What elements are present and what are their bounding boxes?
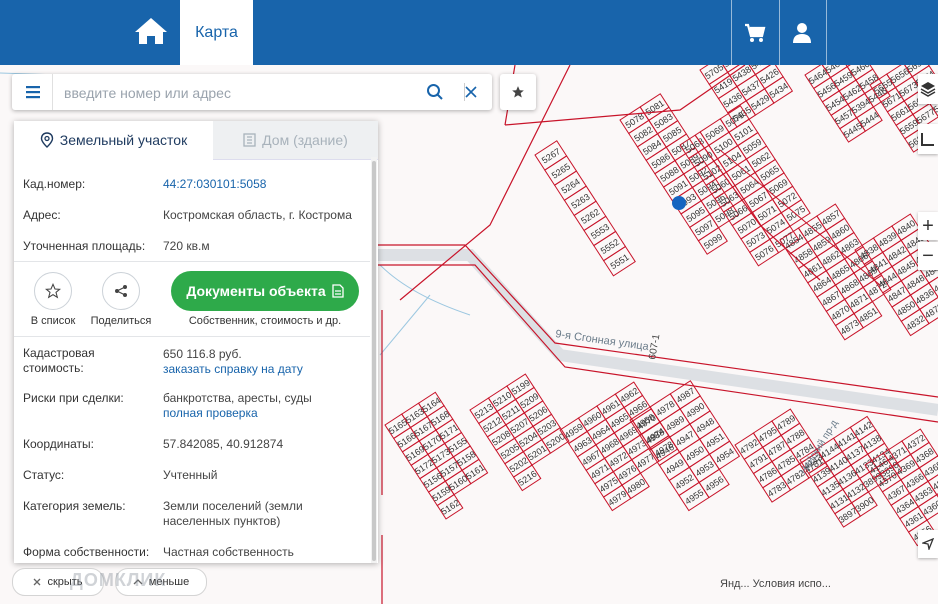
zoom-in-button[interactable]: + xyxy=(918,212,938,240)
star-outline-icon xyxy=(45,283,61,299)
share-label: Поделиться xyxy=(90,315,152,327)
field-label: Статус: xyxy=(23,468,65,482)
menu-icon[interactable] xyxy=(20,83,46,101)
add-to-list-button[interactable] xyxy=(34,272,72,310)
field-label: Риски при сделки: xyxy=(23,391,124,405)
search-icon[interactable] xyxy=(426,83,444,101)
pin-icon xyxy=(40,132,53,148)
object-info-panel: Земельный участок Дом (здание) Кад.номер… xyxy=(14,121,378,563)
area-value: 720 кв.м xyxy=(163,239,210,253)
zoom-out-button[interactable]: − xyxy=(918,242,938,270)
share-button[interactable] xyxy=(102,272,140,310)
geolocation-icon[interactable] xyxy=(918,530,938,558)
document-icon xyxy=(331,284,344,298)
cadastral-value: 650 116.8 руб. xyxy=(163,347,242,361)
documents-button-label: Документы объекта xyxy=(186,283,326,299)
tab-map[interactable]: Карта xyxy=(180,0,253,65)
field-label: Кад.номер: xyxy=(23,177,86,191)
user-icon[interactable] xyxy=(785,16,819,50)
divider xyxy=(14,261,370,262)
divider xyxy=(826,0,827,65)
divider xyxy=(731,0,732,65)
field-label: Форма собственности: xyxy=(23,545,150,559)
map-attribution: Янд... Условия испо... xyxy=(720,578,831,590)
search-bar xyxy=(12,74,492,110)
status-value: Учтенный xyxy=(163,468,218,482)
tab-building[interactable]: Дом (здание) xyxy=(213,121,378,160)
full-check-link[interactable]: полная проверка xyxy=(163,406,258,420)
tab-land-plot-label: Земельный участок xyxy=(59,132,188,148)
divider xyxy=(14,336,370,337)
top-navigation-bar: Карта xyxy=(0,0,938,65)
field-label: стоимость: xyxy=(23,361,84,375)
favorites-button[interactable] xyxy=(500,74,536,110)
scrollbar-thumb[interactable] xyxy=(372,161,376,561)
tab-land-plot[interactable]: Земельный участок xyxy=(14,121,213,159)
close-icon[interactable] xyxy=(462,83,480,101)
close-icon xyxy=(33,578,41,586)
tab-building-label: Дом (здание) xyxy=(262,132,348,148)
field-label: Уточненная площадь: xyxy=(23,239,146,253)
category-value: Земли поселений (земли xyxy=(163,499,303,513)
documents-button[interactable]: Документы объекта xyxy=(171,271,359,311)
home-icon[interactable] xyxy=(128,8,174,54)
coordinates-value: 57.842085, 40.912874 xyxy=(163,437,284,451)
cart-icon[interactable] xyxy=(738,16,772,50)
field-label: Кадастровая xyxy=(23,346,95,360)
zoom-in-label: + xyxy=(922,214,934,237)
watermark: ДОМКЛИК xyxy=(70,570,167,590)
field-label: Категория земель: xyxy=(23,499,126,513)
zoom-out-label: − xyxy=(922,244,934,267)
risks-value: банкротства, аресты, суды xyxy=(163,391,312,405)
search-input[interactable] xyxy=(62,80,416,106)
order-certificate-link[interactable]: заказать справку на дату xyxy=(163,362,303,376)
ruler-icon[interactable] xyxy=(918,124,938,154)
cadastral-number-link[interactable]: 44:27:030101:5058 xyxy=(163,177,266,191)
layers-icon[interactable] xyxy=(918,74,938,104)
divider xyxy=(779,0,780,65)
documents-caption: Собственник, стоимость и др. xyxy=(188,315,342,327)
category-value: населенных пунктов) xyxy=(163,514,281,528)
tab-map-label: Карта xyxy=(195,23,238,41)
field-label: Координаты: xyxy=(23,437,94,451)
field-label: Адрес: xyxy=(23,208,61,222)
address-value: Костромская область, г. Кострома xyxy=(163,208,352,222)
add-to-list-label: В список xyxy=(30,315,76,327)
ownership-value: Частная собственность xyxy=(163,545,294,559)
building-icon xyxy=(243,133,256,147)
share-icon xyxy=(115,285,127,297)
star-icon xyxy=(512,86,524,98)
divider xyxy=(52,74,53,110)
